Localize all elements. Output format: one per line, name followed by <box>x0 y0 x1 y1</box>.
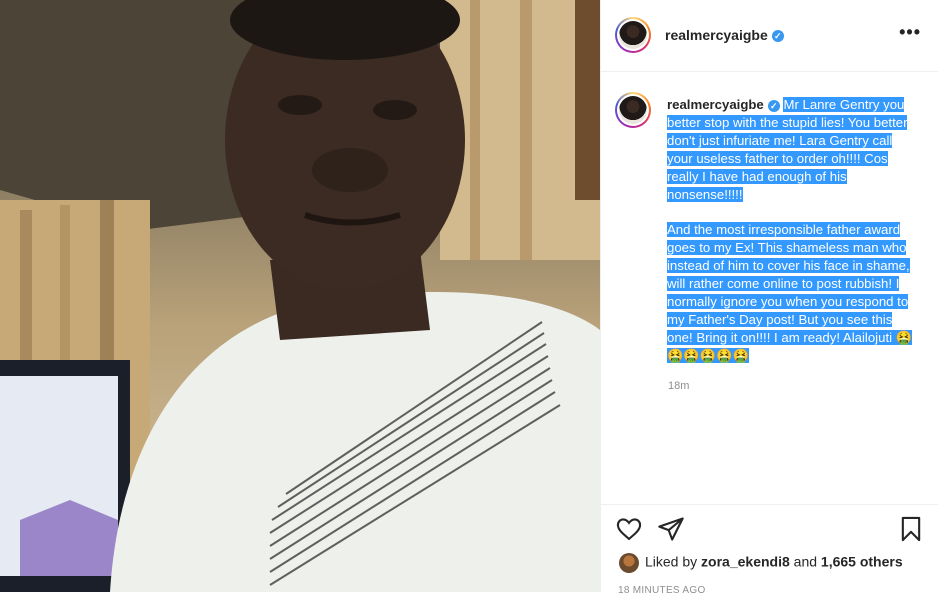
likes-prefix: Liked by <box>645 553 702 570</box>
more-options-icon[interactable]: ••• <box>899 22 921 43</box>
action-bar: Liked by zora_ekendi8 and 1,665 others 1… <box>601 504 938 596</box>
post-header: realmercyaigbe ✓ ••• <box>601 0 938 72</box>
verified-badge-icon: ✓ <box>771 30 784 43</box>
post-photo[interactable] <box>0 0 600 592</box>
caption-avatar[interactable] <box>615 92 651 128</box>
likes-line: Liked by zora_ekendi8 and 1,665 others <box>619 553 903 573</box>
heart-icon[interactable] <box>615 515 643 543</box>
caption-username-text[interactable]: realmercyaigbe <box>667 97 764 112</box>
post-sidebar: realmercyaigbe ✓ ••• realmercyaigbe ✓ Mr L… <box>600 0 938 596</box>
caption-username[interactable]: realmercyaigbe ✓ <box>667 97 780 112</box>
bookmark-icon[interactable] <box>897 515 925 543</box>
likes-middle: and <box>789 553 821 570</box>
caption-paragraph-2: And the most irresponsible father award … <box>667 222 913 363</box>
liker-avatar[interactable] <box>619 553 639 573</box>
selfie-image <box>0 0 600 592</box>
send-icon[interactable] <box>657 515 685 543</box>
caption: realmercyaigbe ✓ Mr Lanre Gentry you bett… <box>667 96 917 365</box>
avatar[interactable] <box>615 17 651 53</box>
liker-username[interactable]: zora_ekendi8 <box>701 554 790 570</box>
caption-paragraph-1: Mr Lanre Gentry you better stop with the… <box>667 97 908 202</box>
header-username[interactable]: realmercyaigbe ✓ <box>665 27 784 43</box>
caption-age[interactable]: 18m <box>668 380 689 392</box>
likes-count[interactable]: 1,665 others <box>821 554 903 570</box>
comments-section: realmercyaigbe ✓ Mr Lanre Gentry you bett… <box>601 72 938 504</box>
verified-badge-icon: ✓ <box>767 99 780 112</box>
post-timestamp[interactable]: 18 MINUTES AGO <box>618 585 706 596</box>
username-text[interactable]: realmercyaigbe <box>665 27 768 43</box>
